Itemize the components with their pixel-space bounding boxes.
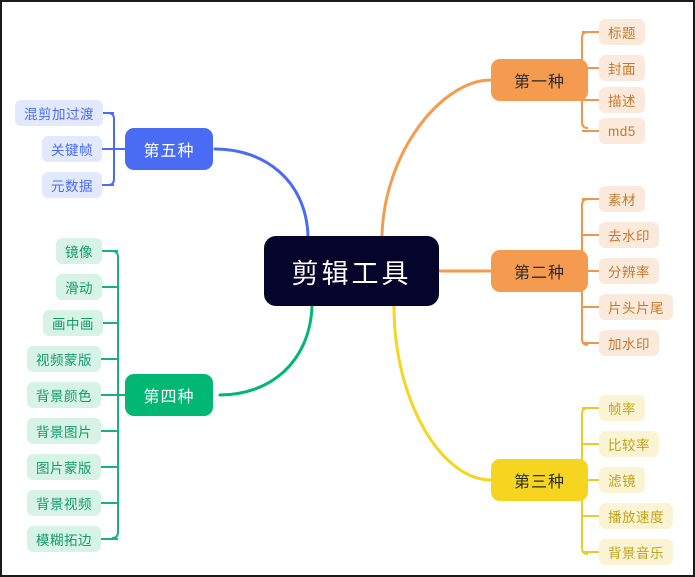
leaf-node-5-2-label: 元数据 [51,179,93,194]
leaf-node-4-7-label: 背景视频 [36,497,92,512]
leaf-node-4-5[interactable]: 背景图片 [27,418,101,444]
leaf-node-4-3[interactable]: 视频蒙版 [27,346,101,372]
leaf-node-1-0[interactable]: 标题 [599,19,645,45]
leaf-node-3-4-label: 背景音乐 [608,546,664,561]
branch-node-2[interactable]: 第二种 [491,250,588,292]
leaf-node-4-8[interactable]: 模糊拓边 [27,526,101,552]
leaf-node-3-0[interactable]: 帧率 [599,395,645,421]
leaf-node-4-4-label: 背景颜色 [36,389,92,404]
leaf-node-2-0[interactable]: 素材 [599,186,645,212]
leaf-node-1-2-label: 描述 [608,94,636,109]
root-node-label: 剪辑工具 [291,258,412,289]
leaf-node-2-2-label: 分辨率 [608,265,650,280]
spine-branch-5 [107,112,115,186]
spine-branch-4 [111,250,119,539]
leaf-node-4-5-label: 背景图片 [36,425,92,440]
leaf-node-3-0-label: 帧率 [608,402,636,417]
leaf-node-4-1-label: 滑动 [65,281,93,296]
leaf-node-3-1-label: 比较率 [608,438,650,453]
leaf-node-1-2[interactable]: 描述 [599,87,645,113]
leaf-node-3-3[interactable]: 播放速度 [599,503,673,529]
leaf-node-2-4[interactable]: 加水印 [599,330,659,356]
leaf-node-2-1[interactable]: 去水印 [599,222,659,248]
leaf-node-2-3-label: 片头片尾 [608,301,664,316]
trunk-root-to-branch-3 [392,304,493,482]
leaf-node-3-2-label: 滤镜 [608,474,636,489]
leaf-node-4-6[interactable]: 图片蒙版 [27,454,101,480]
trunk-root-to-branch-4 [218,304,314,397]
branch-node-1[interactable]: 第一种 [491,59,588,101]
leaf-node-3-3-label: 播放速度 [608,510,664,525]
leaf-node-4-4[interactable]: 背景颜色 [27,382,101,408]
leaf-node-3-2[interactable]: 滤镜 [599,467,645,493]
leaf-node-1-3-label: md5 [608,123,636,139]
root-node[interactable]: 剪辑工具 [264,236,439,306]
branch-node-4-label: 第四种 [143,389,195,406]
leaf-node-1-3[interactable]: md5 [599,118,645,144]
leaf-node-4-0-label: 镜像 [65,245,93,260]
leaf-node-2-3[interactable]: 片头片尾 [599,294,673,320]
leaf-node-4-1[interactable]: 滑动 [56,274,102,300]
leaf-node-4-6-label: 图片蒙版 [36,461,92,476]
leaf-node-4-3-label: 视频蒙版 [36,353,92,368]
branch-node-4[interactable]: 第四种 [125,374,213,416]
leaf-node-2-4-label: 加水印 [608,337,650,352]
leaf-node-1-1-label: 封面 [608,62,636,77]
branch-node-2-label: 第二种 [513,265,565,282]
branch-node-5[interactable]: 第五种 [125,128,213,170]
mindmap-canvas: 剪辑工具 第一种 标题 封面 描述 md5 第二种 素材 去水印 分辨率 片头片… [0,0,695,577]
leaf-node-2-1-label: 去水印 [608,229,650,244]
leaf-node-4-7[interactable]: 背景视频 [27,490,101,516]
branch-node-3-label: 第三种 [513,474,565,491]
leaf-node-4-0[interactable]: 镜像 [56,238,102,264]
leaf-node-1-1[interactable]: 封面 [599,55,645,81]
leaf-node-3-1[interactable]: 比较率 [599,431,659,457]
leaf-node-2-0-label: 素材 [608,193,636,208]
leaf-node-4-2-label: 画中画 [52,317,94,332]
leaf-node-4-2[interactable]: 画中画 [43,310,103,336]
branch-node-5-label: 第五种 [143,143,195,160]
leaf-node-5-0[interactable]: 混剪加过渡 [15,100,103,126]
branch-node-1-label: 第一种 [513,74,565,91]
trunk-root-to-branch-5 [213,147,310,238]
leaf-node-5-0-label: 混剪加过渡 [24,107,94,122]
leaf-node-5-1[interactable]: 关键帧 [42,136,102,162]
leaf-node-1-0-label: 标题 [608,26,636,41]
branch-node-3[interactable]: 第三种 [491,459,588,501]
leaf-node-5-1-label: 关键帧 [51,143,93,158]
leaf-node-3-4[interactable]: 背景音乐 [599,539,673,565]
leaf-node-5-2[interactable]: 元数据 [42,172,102,198]
leaf-node-2-2[interactable]: 分辨率 [599,258,659,284]
leaf-node-4-8-label: 模糊拓边 [36,533,92,548]
trunk-root-to-branch-1 [380,78,493,238]
